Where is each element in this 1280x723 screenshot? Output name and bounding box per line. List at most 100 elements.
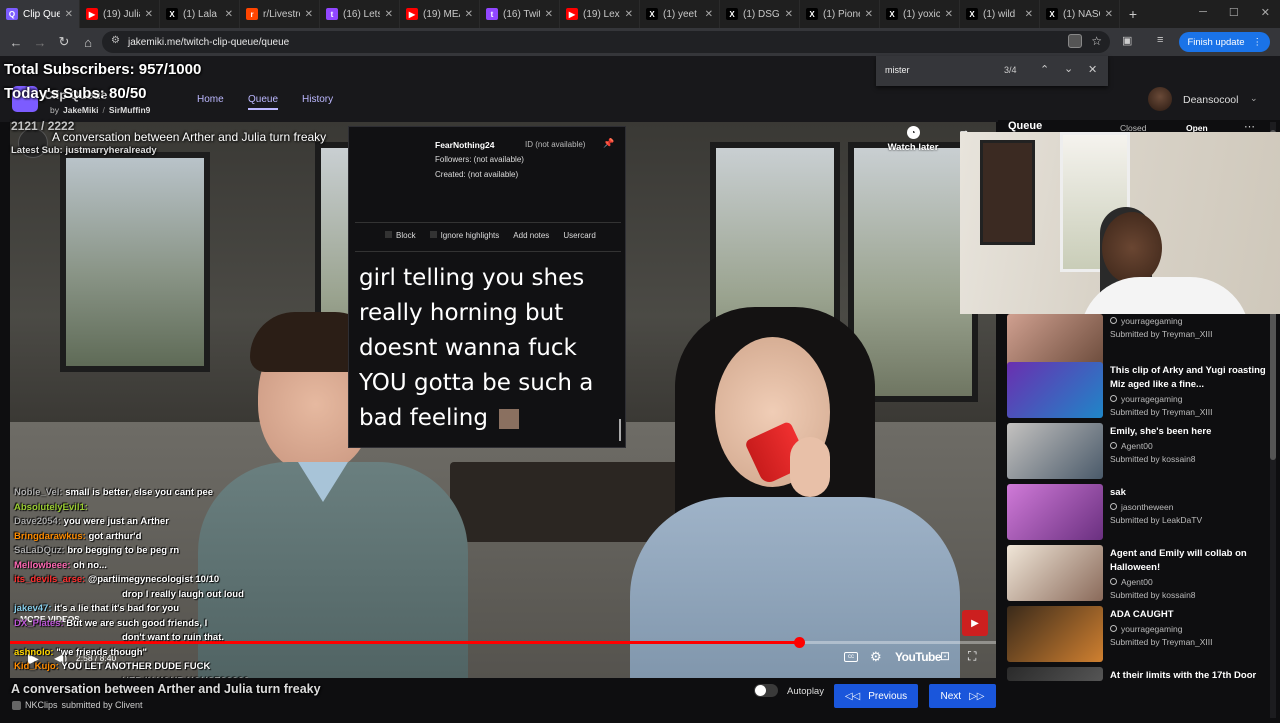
browser-tab[interactable]: t (16) Lets ✕ [320,0,400,28]
clip-source[interactable]: NKClips [25,700,58,710]
browser-tab[interactable]: X (1) NASC ✕ [1040,0,1120,28]
captions-icon[interactable]: cc [844,652,858,662]
chat-username[interactable]: Kid_Kujo [14,660,56,675]
queue-item[interactable]: At their limits with the 17th Door [1007,667,1269,723]
chat-username[interactable]: Bringdarawkus [14,530,83,545]
youtube-logo[interactable]: YouTube [895,650,942,664]
queue-item[interactable]: ADA CAUGHT yourragegaming Submitted by Tre… [1007,606,1269,662]
chat-username[interactable]: Dave2054 [14,515,58,530]
browser-tab[interactable]: ▶ (19) MEAN ✕ [400,0,480,28]
extensions-icon[interactable]: ▣ [1122,34,1132,47]
finish-update-button[interactable]: Finish update ⋮ [1179,32,1270,52]
browser-tab[interactable]: X (1) yeet (✕ [640,0,720,28]
nav-history[interactable]: History [302,94,333,105]
maximize-icon[interactable]: ☐ [1229,6,1239,19]
author-sirmuffin[interactable]: SirMuffin9 [109,105,151,115]
minimize-icon[interactable]: ─ [1199,6,1207,19]
tab-search-icon[interactable]: ≡ [1157,34,1163,46]
queue-thumbnail[interactable] [1007,606,1103,662]
chat-username[interactable]: SaLaDQuz [14,544,62,559]
chat-username[interactable]: ashnolo [14,646,50,661]
tab-close-icon[interactable]: ✕ [145,9,153,20]
browser-tab[interactable]: ▶ (19) Lex I ✕ [560,0,640,28]
queue-item-channel[interactable]: yourragegaming [1110,394,1182,404]
bookmark-star-icon[interactable]: ☆ [1091,34,1102,48]
ignore-highlights-checkbox[interactable]: Ignore highlights [429,231,499,240]
next-button[interactable]: Next ▷▷ [929,684,996,708]
nav-queue[interactable]: Queue [248,94,279,110]
queue-thumbnail[interactable] [1007,484,1103,540]
browser-tab[interactable]: ▶ (19) Julia ✕ [80,0,160,28]
new-tab-button[interactable]: + [1120,6,1146,22]
card-username[interactable]: FearNothing24 [435,140,495,150]
autoplay-toggle[interactable] [754,684,778,697]
queue-thumbnail[interactable] [1007,545,1103,601]
queue-thumbnail[interactable] [1007,423,1103,479]
find-close-icon[interactable]: ✕ [1088,63,1097,76]
browser-tab[interactable]: r r/Livestre ✕ [240,0,320,28]
chat-username[interactable]: jakev47 [14,602,48,617]
tab-close-icon[interactable]: ✕ [625,9,633,20]
browser-tab[interactable]: X (1) yoxic ✕ [880,0,960,28]
find-input[interactable]: mister [885,65,910,75]
browser-tab[interactable]: Q Clip Queue ✕ [0,0,80,28]
tab-close-icon[interactable]: ✕ [705,9,713,20]
chat-username[interactable]: Noble_Vel [14,486,59,501]
reload-icon[interactable]: ↻ [52,34,76,50]
reader-mode-icon[interactable] [1068,34,1082,48]
queue-item-channel[interactable]: yourragegaming [1110,624,1182,634]
user-name[interactable]: Deansocool [1183,94,1238,106]
browser-tab[interactable]: X (1) Pione ✕ [800,0,880,28]
forward-icon[interactable]: → [28,35,52,50]
tab-close-icon[interactable]: ✕ [1025,9,1033,20]
chat-username[interactable]: DX_Plates [14,617,60,632]
browser-tab[interactable]: X (1) wild ✕ [960,0,1040,28]
close-window-icon[interactable]: ✕ [1261,6,1270,19]
chat-username[interactable]: AbsolutelyEvil1 [14,501,85,516]
add-notes-button[interactable]: Add notes [513,231,549,240]
block-checkbox[interactable]: Block [385,231,416,240]
progress-scrubber[interactable] [793,637,805,648]
tab-close-icon[interactable]: ✕ [65,9,73,20]
back-icon[interactable]: ← [4,35,28,50]
previous-button[interactable]: ◁◁ Previous [834,684,918,708]
nav-home[interactable]: Home [197,94,224,105]
subscribe-watermark[interactable]: ▶ [962,610,988,636]
queue-item-channel[interactable]: jasontheween [1110,502,1173,512]
author-jakemiki[interactable]: JakeMiki [63,105,98,115]
settings-gear-icon[interactable]: ⚙ [870,649,882,665]
tab-close-icon[interactable]: ✕ [545,9,553,20]
queue-item[interactable]: sak jasontheween Submitted by LeakDaTV [1007,484,1269,540]
browser-tab[interactable]: t (16) Twitc ✕ [480,0,560,28]
tab-close-icon[interactable]: ✕ [225,9,233,20]
queue-thumbnail[interactable] [1007,667,1103,681]
user-menu-chevron-icon[interactable]: ⌄ [1250,93,1258,104]
queue-thumbnail[interactable] [1007,362,1103,418]
find-previous-icon[interactable]: ⌃ [1040,63,1049,76]
browser-tab[interactable]: X (1) Lala o ✕ [160,0,240,28]
video-title-overlay[interactable]: A conversation between Arther and Julia … [52,130,326,144]
usercard-button[interactable]: Usercard [563,231,595,240]
chat-username[interactable]: its_devils_arse [14,573,82,588]
fullscreen-icon[interactable]: ⛶ [968,649,976,664]
site-info-icon[interactable]: ⚙ [111,35,120,46]
tab-close-icon[interactable]: ✕ [305,9,313,20]
watch-later-button[interactable]: ◔ Watch later [885,126,941,153]
queue-item[interactable]: Agent and Emily will collab on Halloween… [1007,545,1269,601]
browser-tab[interactable]: X (1) DSG T ✕ [720,0,800,28]
tab-close-icon[interactable]: ✕ [865,9,873,20]
queue-item-channel[interactable]: yourragegaming [1110,316,1182,326]
tab-close-icon[interactable]: ✕ [1105,9,1113,20]
tab-close-icon[interactable]: ✕ [945,9,953,20]
queue-item-channel[interactable]: Agent00 [1110,577,1153,587]
queue-item-channel[interactable]: Agent00 [1110,441,1153,451]
queue-item[interactable]: This clip of Arky and Yugi roasting Miz … [1007,362,1269,418]
home-icon[interactable]: ⌂ [76,35,100,50]
find-next-icon[interactable]: ⌄ [1064,62,1073,75]
tab-close-icon[interactable]: ✕ [465,9,473,20]
cast-icon[interactable]: ⊡ [940,649,950,663]
card-scrollbar[interactable] [619,419,621,441]
url-field[interactable]: ⚙ jakemiki.me/twitch-clip-queue/queue ☆ [102,31,1110,53]
tab-close-icon[interactable]: ✕ [785,9,793,20]
queue-item[interactable]: Emily, she's been here Agent00 Submitted b… [1007,423,1269,479]
